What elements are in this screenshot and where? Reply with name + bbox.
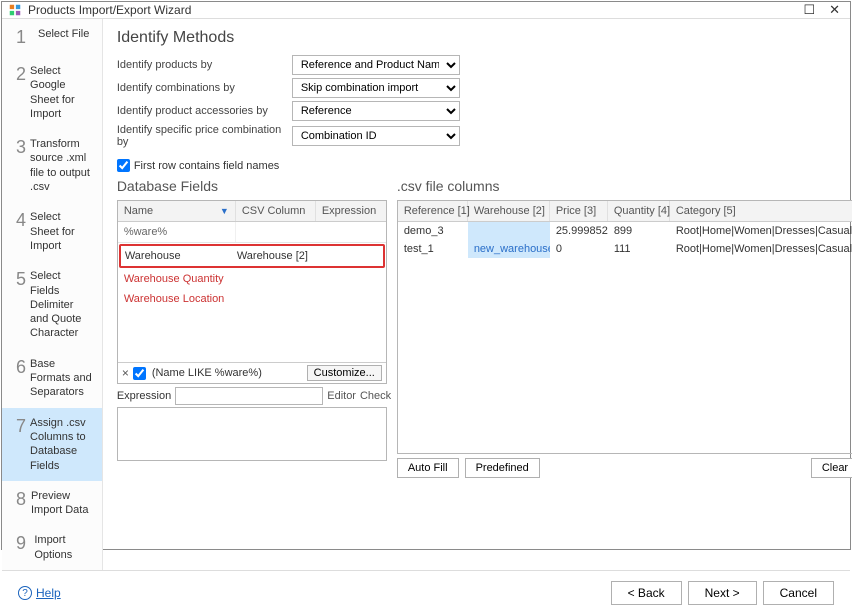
- csv-columns-grid: Reference [1]Warehouse [2]Price [3]Quant…: [397, 200, 852, 454]
- identify-pricecomb-label: Identify specific price combination by: [117, 124, 292, 148]
- csv-cell: [468, 222, 550, 240]
- step-label: Select Google Sheet for Import: [26, 64, 92, 121]
- identify-combinations-label: Identify combinations by: [117, 82, 292, 94]
- editor-link[interactable]: Editor: [327, 390, 356, 402]
- csv-data-row[interactable]: test_1new_warehouse0111Root|Home|Women|D…: [398, 240, 852, 258]
- step-label: Base Formats and Separators: [26, 357, 92, 400]
- wizard-steps-sidebar: 1Select File2Select Google Sheet for Imp…: [2, 19, 103, 570]
- csv-col-header[interactable]: Warehouse [2]: [468, 201, 550, 221]
- step-label: Preview Import Data: [27, 489, 92, 518]
- app-icon: [8, 3, 22, 17]
- first-row-checkbox[interactable]: [117, 159, 130, 172]
- wizard-step-4[interactable]: 4Select Sheet for Import: [2, 202, 102, 261]
- wizard-footer: ? Help < Back Next > Cancel: [2, 570, 850, 615]
- step-label: Select Sheet for Import: [26, 210, 92, 253]
- step-number: 9: [16, 533, 30, 554]
- predefined-button[interactable]: Predefined: [465, 458, 540, 478]
- database-fields-heading: Database Fields: [117, 178, 387, 196]
- csv-col-header[interactable]: Price [3]: [550, 201, 608, 221]
- db-field-name: Warehouse: [125, 250, 237, 262]
- db-field-row[interactable]: WarehouseWarehouse [2]: [119, 244, 385, 268]
- wizard-step-7[interactable]: 7Assign .csv Columns to Database Fields: [2, 408, 102, 481]
- csv-col-header[interactable]: Category [5]: [670, 201, 852, 221]
- db-col-name[interactable]: Name▼: [118, 201, 236, 221]
- db-field-row[interactable]: Warehouse Quantity: [118, 269, 386, 289]
- clear-filter-icon[interactable]: ×: [122, 366, 129, 380]
- step-label: Select File: [34, 27, 89, 41]
- wizard-step-3[interactable]: 3Transform source .xml file to output .c…: [2, 129, 102, 202]
- titlebar: Products Import/Export Wizard ☐ ✕: [2, 2, 850, 19]
- wizard-step-9[interactable]: 9Import Options: [2, 525, 102, 570]
- customize-button[interactable]: Customize...: [307, 365, 382, 381]
- csv-cell: 899: [608, 222, 670, 240]
- next-button[interactable]: Next >: [688, 581, 757, 605]
- expression-input[interactable]: [175, 387, 323, 405]
- wizard-step-5[interactable]: 5Select Fields Delimiter and Quote Chara…: [2, 261, 102, 348]
- wizard-window: Products Import/Export Wizard ☐ ✕ 1Selec…: [1, 1, 851, 550]
- db-field-csv: [236, 273, 316, 285]
- csv-data-row[interactable]: demo_3 25.999852899Root|Home|Women|Dresse…: [398, 222, 852, 240]
- step-label: Assign .csv Columns to Database Fields: [26, 416, 92, 473]
- step-number: 2: [16, 64, 26, 85]
- csv-cell: test_1: [398, 240, 468, 258]
- help-link[interactable]: ? Help: [18, 586, 61, 600]
- step-number: 1: [16, 27, 34, 48]
- auto-fill-button[interactable]: Auto Fill: [397, 458, 459, 478]
- step-number: 7: [16, 416, 26, 437]
- csv-cell: 111: [608, 240, 670, 258]
- csv-cell: Root|Home|Women|Dresses|Casual: [670, 222, 852, 240]
- identify-accessories-label: Identify product accessories by: [117, 105, 292, 117]
- csv-cell: 0: [550, 240, 608, 258]
- csv-col-header[interactable]: Reference [1]: [398, 201, 468, 221]
- csv-columns-heading: .csv file columns: [397, 178, 852, 196]
- wizard-step-1[interactable]: 1Select File: [2, 19, 102, 56]
- csv-cell: Root|Home|Women|Dresses|Casual: [670, 240, 852, 258]
- expression-label: Expression: [117, 390, 171, 402]
- expression-output: [117, 407, 387, 461]
- step-number: 6: [16, 357, 26, 378]
- db-field-name: Warehouse Quantity: [124, 273, 236, 285]
- identify-products-select[interactable]: Reference and Product Name (recommended): [292, 55, 460, 75]
- filter-enable-checkbox[interactable]: [133, 367, 146, 380]
- csv-col-header[interactable]: Quantity [4]: [608, 201, 670, 221]
- identify-accessories-select[interactable]: Reference: [292, 101, 460, 121]
- db-col-csv[interactable]: CSV Column: [236, 201, 316, 221]
- filter-icon[interactable]: ▼: [220, 206, 229, 216]
- wizard-step-6[interactable]: 6Base Formats and Separators: [2, 349, 102, 408]
- db-field-row[interactable]: Warehouse Location: [118, 289, 386, 309]
- database-fields-grid: Name▼ CSV Column Expression %ware% Wareh…: [117, 200, 387, 384]
- step-label: Import Options: [30, 533, 91, 562]
- identify-methods-heading: Identify Methods: [117, 29, 852, 47]
- step-number: 3: [16, 137, 26, 158]
- step-label: Transform source .xml file to output .cs…: [26, 137, 92, 194]
- step-number: 5: [16, 269, 26, 290]
- csv-cell: demo_3: [398, 222, 468, 240]
- close-icon[interactable]: ✕: [829, 2, 840, 18]
- db-field-csv: [236, 293, 316, 305]
- db-field-name: Warehouse Location: [124, 293, 236, 305]
- db-field-csv: Warehouse [2]: [237, 250, 317, 262]
- wizard-step-2[interactable]: 2Select Google Sheet for Import: [2, 56, 102, 129]
- step-label: Select Fields Delimiter and Quote Charac…: [26, 269, 92, 340]
- cancel-button[interactable]: Cancel: [763, 581, 834, 605]
- db-filter-name[interactable]: %ware%: [118, 222, 236, 242]
- maximize-icon[interactable]: ☐: [803, 2, 815, 18]
- identify-products-label: Identify products by: [117, 59, 292, 71]
- identify-combinations-select[interactable]: Skip combination import: [292, 78, 460, 98]
- back-button[interactable]: < Back: [611, 581, 682, 605]
- help-icon: ?: [18, 586, 32, 600]
- first-row-label: First row contains field names: [134, 160, 280, 172]
- clear-button[interactable]: Clear: [811, 458, 852, 478]
- wizard-step-8[interactable]: 8Preview Import Data: [2, 481, 102, 526]
- check-link[interactable]: Check: [360, 390, 391, 402]
- filter-text: (Name LIKE %ware%): [150, 367, 303, 379]
- db-col-expr[interactable]: Expression: [316, 201, 386, 221]
- csv-cell: 25.999852: [550, 222, 608, 240]
- identify-pricecomb-select[interactable]: Combination ID: [292, 126, 460, 146]
- step-number: 8: [16, 489, 27, 510]
- csv-cell: new_warehouse: [468, 240, 550, 258]
- step-number: 4: [16, 210, 26, 231]
- wizard-main: Identify Methods Identify products by Re…: [103, 19, 852, 570]
- window-title: Products Import/Export Wizard: [28, 3, 803, 17]
